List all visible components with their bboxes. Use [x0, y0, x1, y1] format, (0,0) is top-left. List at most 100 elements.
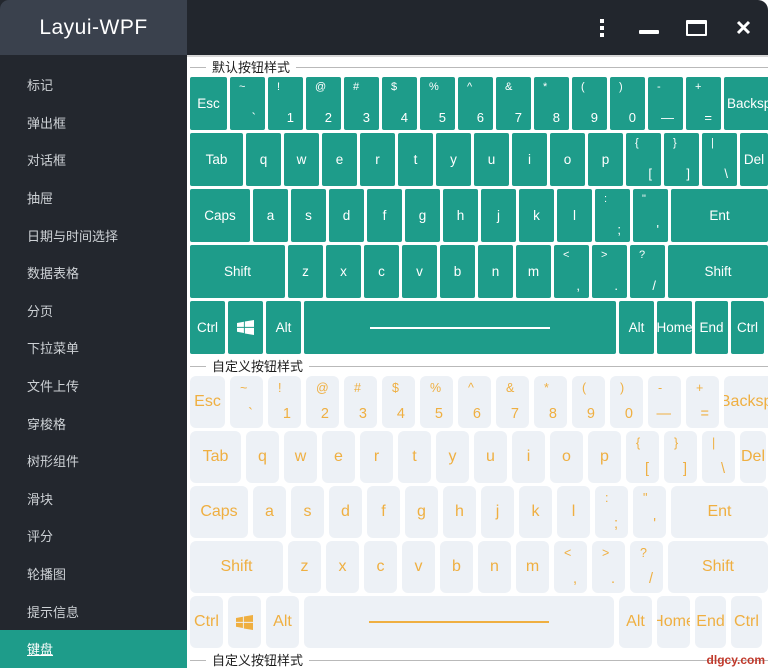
key-backslash[interactable]: | \	[702, 133, 737, 186]
key-l[interactable]: l	[557, 486, 590, 538]
key-d[interactable]: d	[329, 486, 362, 538]
sidebar-item-data-table[interactable]: 数据表格	[0, 254, 187, 292]
key-g[interactable]: g	[405, 486, 438, 538]
key-equals[interactable]: + =	[686, 376, 719, 428]
key-y[interactable]: y	[436, 431, 469, 483]
key-4[interactable]: $4	[382, 77, 417, 130]
key-s[interactable]: s	[291, 189, 326, 242]
key-shift[interactable]: Shift	[668, 541, 768, 593]
key-7[interactable]: & 7	[496, 77, 531, 130]
close-button[interactable]	[729, 13, 757, 43]
key-period[interactable]: >.	[592, 245, 627, 298]
key-apostrophe[interactable]: " '	[633, 189, 668, 242]
key-windows[interactable]	[228, 596, 261, 648]
key-j[interactable]: j	[481, 189, 516, 242]
key-del[interactable]: Del	[740, 431, 766, 483]
key-backtick[interactable]: ~ `	[230, 77, 265, 130]
key-u[interactable]: u	[474, 133, 509, 186]
key-b[interactable]: b	[440, 541, 473, 593]
key-equals[interactable]: + =	[686, 77, 721, 130]
key-del[interactable]: Del	[740, 133, 768, 186]
key-comma[interactable]: <,	[554, 245, 589, 298]
key-ctrl[interactable]: Ctrl	[731, 596, 762, 648]
sidebar-item-datetime-picker[interactable]: 日期与时间选择	[0, 216, 187, 254]
key-comma[interactable]: <,	[554, 541, 587, 593]
key-tab[interactable]: Tab	[190, 431, 241, 483]
sidebar-item-rating[interactable]: 评分	[0, 517, 187, 555]
key-b[interactable]: b	[440, 245, 475, 298]
key-h[interactable]: h	[443, 486, 476, 538]
key-semicolon[interactable]: :;	[595, 189, 630, 242]
key-alt[interactable]: Alt	[619, 596, 652, 648]
key-caps[interactable]: Caps	[190, 486, 248, 538]
key-period[interactable]: >.	[592, 541, 625, 593]
key-slash[interactable]: ? /	[630, 541, 663, 593]
key-u[interactable]: u	[474, 431, 507, 483]
key-d[interactable]: d	[329, 189, 364, 242]
key-2[interactable]: @2	[306, 77, 341, 130]
key-h[interactable]: h	[443, 189, 478, 242]
key-9[interactable]: (9	[572, 376, 605, 428]
minimize-button[interactable]	[635, 13, 663, 43]
key-i[interactable]: i	[512, 431, 545, 483]
key-8[interactable]: * 8	[534, 77, 569, 130]
key-4[interactable]: $4	[382, 376, 415, 428]
key-m[interactable]: m	[516, 245, 551, 298]
key-ent[interactable]: Ent	[671, 486, 768, 538]
key-tab[interactable]: Tab	[190, 133, 243, 186]
key-t[interactable]: t	[398, 133, 433, 186]
key-ctrl[interactable]: Ctrl	[190, 301, 225, 354]
key-k[interactable]: k	[519, 486, 552, 538]
key-g[interactable]: g	[405, 189, 440, 242]
key-y[interactable]: y	[436, 133, 471, 186]
key-1[interactable]: ! 1	[268, 77, 303, 130]
key-a[interactable]: a	[253, 486, 286, 538]
key-windows[interactable]	[228, 301, 263, 354]
key-x[interactable]: x	[326, 541, 359, 593]
key-p[interactable]: p	[588, 431, 621, 483]
sidebar-item-tree[interactable]: 树形组件	[0, 442, 187, 480]
key-ctrl[interactable]: Ctrl	[731, 301, 764, 354]
key-alt[interactable]: Alt	[266, 596, 299, 648]
sidebar-item-transfer[interactable]: 穿梭格	[0, 404, 187, 442]
key-o[interactable]: o	[550, 133, 585, 186]
key-w[interactable]: w	[284, 431, 317, 483]
key-backslash[interactable]: | \	[702, 431, 735, 483]
key-backspace[interactable]: Backspace	[724, 376, 768, 428]
sidebar-item-pagination[interactable]: 分页	[0, 292, 187, 330]
key-home[interactable]: Home	[657, 596, 690, 648]
key-1[interactable]: ! 1	[268, 376, 301, 428]
key-c[interactable]: c	[364, 541, 397, 593]
sidebar-item-carousel[interactable]: 轮播图	[0, 555, 187, 593]
sidebar-item-popup[interactable]: 弹出框	[0, 104, 187, 142]
key-5[interactable]: % 5	[420, 376, 453, 428]
sidebar-item-tooltip[interactable]: 提示信息	[0, 592, 187, 630]
key-z[interactable]: z	[288, 245, 323, 298]
key-7[interactable]: & 7	[496, 376, 529, 428]
key-space[interactable]	[304, 596, 614, 648]
key-3[interactable]: #3	[344, 77, 379, 130]
key-esc[interactable]: Esc	[190, 376, 225, 428]
key-shift[interactable]: Shift	[190, 541, 283, 593]
key-t[interactable]: t	[398, 431, 431, 483]
key-m[interactable]: m	[516, 541, 549, 593]
key-q[interactable]: q	[246, 431, 279, 483]
key-end[interactable]: End	[695, 596, 726, 648]
key-x[interactable]: x	[326, 245, 361, 298]
key-v[interactable]: v	[402, 245, 437, 298]
key-a[interactable]: a	[253, 189, 288, 242]
key-left-bracket[interactable]: {[	[626, 133, 661, 186]
key-6[interactable]: ^ 6	[458, 77, 493, 130]
key-s[interactable]: s	[291, 486, 324, 538]
key-r[interactable]: r	[360, 431, 393, 483]
key-right-bracket[interactable]: }]	[664, 133, 699, 186]
key-caps[interactable]: Caps	[190, 189, 250, 242]
key-v[interactable]: v	[402, 541, 435, 593]
key-slash[interactable]: ? /	[630, 245, 665, 298]
sidebar-item-dropdown-menu[interactable]: 下拉菜单	[0, 329, 187, 367]
key-2[interactable]: @2	[306, 376, 339, 428]
key-underscore[interactable]: - —	[648, 77, 683, 130]
key-right-bracket[interactable]: }]	[664, 431, 697, 483]
key-w[interactable]: w	[284, 133, 319, 186]
key-ent[interactable]: Ent	[671, 189, 768, 242]
